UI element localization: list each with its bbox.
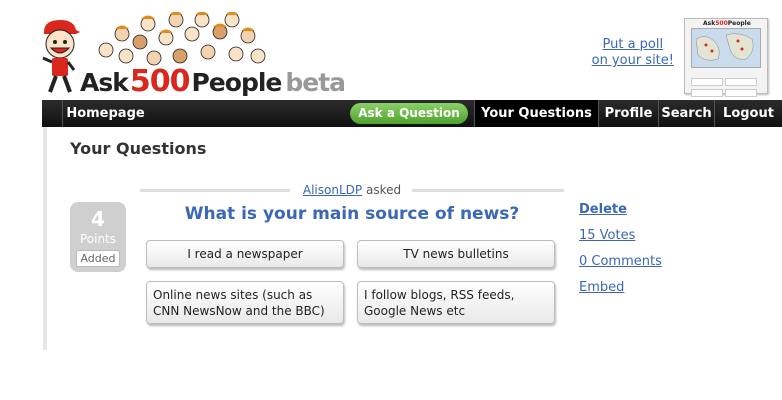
thumbnail-answer-row	[691, 71, 761, 86]
nav-homepage[interactable]: Homepage	[62, 100, 148, 127]
thumbnail-answer-row	[691, 82, 761, 97]
question-text[interactable]: What is your main source of news?	[140, 204, 564, 224]
votes-link[interactable]: 15 Votes	[579, 228, 662, 244]
delete-link[interactable]: Delete	[579, 202, 662, 218]
site-logo[interactable]: Ask500People beta	[80, 64, 346, 99]
mascot-logo-icon	[42, 20, 80, 93]
main-nav: Homepage Ask a Question Your Questions P…	[42, 100, 782, 127]
content-left-border	[43, 127, 47, 350]
ask-question-button[interactable]: Ask a Question	[350, 103, 468, 124]
answer-option-2[interactable]: TV news bulletins	[357, 240, 555, 268]
comments-link[interactable]: 0 Comments	[579, 254, 662, 270]
thumb-logo-c: People	[727, 20, 751, 27]
nav-search[interactable]: Search	[658, 100, 714, 127]
nav-profile[interactable]: Profile	[598, 100, 658, 127]
nav-your-questions[interactable]: Your Questions	[474, 100, 598, 127]
put-poll-line1[interactable]: Put a poll	[592, 37, 674, 53]
logo-word-500: 500	[129, 64, 191, 99]
question-actions: Delete 15 Votes 0 Comments Embed	[579, 202, 662, 306]
put-poll-link[interactable]: Put a poll on your site!	[592, 37, 674, 69]
logo-word-beta: beta	[285, 68, 346, 97]
answer-option-3[interactable]: Online news sites (such as CNN NewsNow a…	[146, 281, 344, 324]
answer-option-1[interactable]: I read a newspaper	[146, 240, 344, 268]
points-box: 4 Points Added	[70, 202, 126, 272]
answer-option-4[interactable]: I follow blogs, RSS feeds, Google News e…	[357, 281, 555, 324]
thumb-logo-b: 500	[715, 20, 728, 27]
asked-label: asked	[365, 183, 402, 197]
crowd-faces-icon	[98, 12, 266, 66]
author-link[interactable]: AlisonLDP	[303, 183, 362, 197]
logo-word-people: People	[191, 68, 282, 97]
question-asker: AlisonLDP asked	[140, 183, 564, 197]
added-badge: Added	[76, 250, 120, 267]
thumbnail-map-icon	[691, 28, 761, 68]
points-label: Points	[79, 232, 117, 246]
thumbnail-logo: Ask500People	[703, 20, 751, 27]
asker-text: AlisonLDP asked	[140, 183, 564, 197]
embed-link[interactable]: Embed	[579, 280, 662, 296]
logo-word-ask: Ask	[80, 68, 129, 97]
put-poll-line2[interactable]: on your site!	[592, 53, 674, 69]
site-header: Ask500People beta Put a poll on your site…	[0, 0, 782, 99]
thumb-logo-a: Ask	[703, 20, 716, 27]
nav-logout[interactable]: Logout	[714, 100, 782, 127]
embed-preview-thumbnail[interactable]: Ask500People	[684, 18, 768, 97]
page-title: Your Questions	[70, 139, 207, 158]
points-value: 4	[91, 207, 105, 231]
